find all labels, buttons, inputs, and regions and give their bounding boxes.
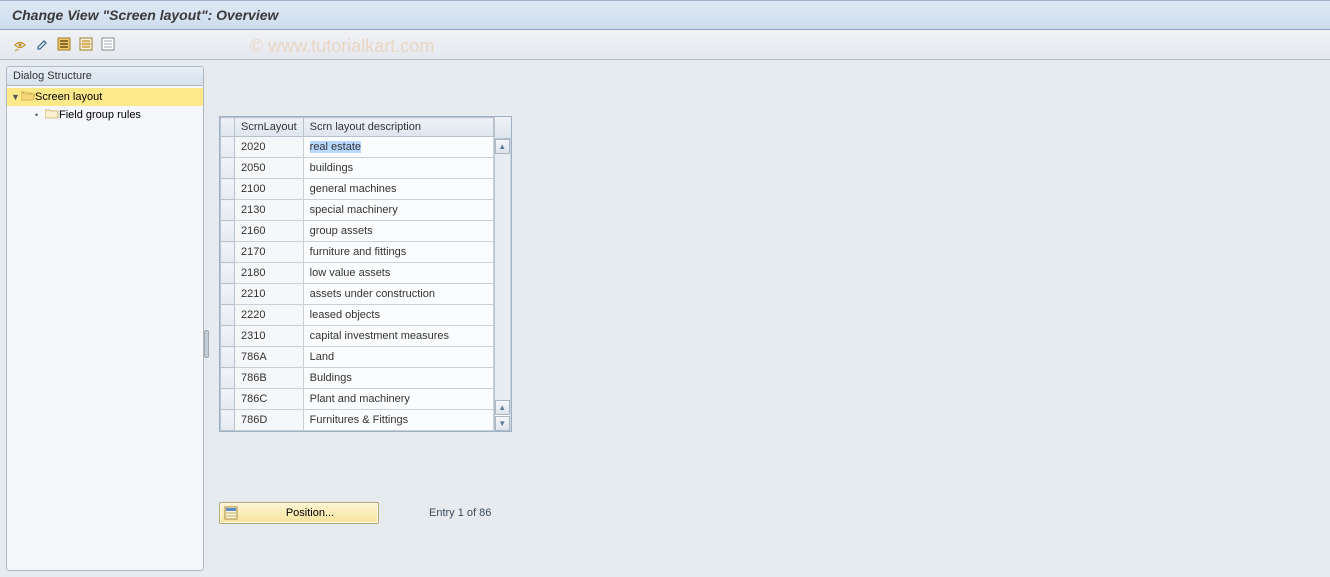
content-area: Dialog Structure ▼ Screen layout • (0, 60, 1330, 577)
cell-scrnlayout[interactable]: 2050 (235, 158, 304, 179)
table-row[interactable]: 2100general machines (221, 179, 494, 200)
dialog-structure-tree: ▼ Screen layout • Field group rules (7, 86, 203, 126)
cell-scrnlayout[interactable]: 2210 (235, 284, 304, 305)
cell-description[interactable]: special machinery (303, 200, 493, 221)
toggle-display-button[interactable] (10, 35, 30, 55)
table-row[interactable]: 2130special machinery (221, 200, 494, 221)
cell-scrnlayout[interactable]: 786D (235, 410, 304, 431)
cell-scrnlayout[interactable]: 2310 (235, 326, 304, 347)
column-header-description[interactable]: Scrn layout description (303, 118, 493, 137)
select-all-button[interactable] (54, 35, 74, 55)
table-row[interactable]: 2210assets under construction (221, 284, 494, 305)
table-footer: Position... Entry 1 of 86 (219, 502, 1324, 524)
edit-button[interactable] (32, 35, 52, 55)
table-row[interactable]: 2170furniture and fittings (221, 242, 494, 263)
cell-description[interactable]: group assets (303, 221, 493, 242)
row-selector[interactable] (221, 221, 235, 242)
cell-description[interactable]: buildings (303, 158, 493, 179)
row-selector[interactable] (221, 326, 235, 347)
select-block-button[interactable] (76, 35, 96, 55)
cell-scrnlayout[interactable]: 2100 (235, 179, 304, 200)
position-button[interactable]: Position... (219, 502, 379, 524)
cell-description[interactable]: low value assets (303, 263, 493, 284)
scroll-track[interactable] (495, 154, 510, 400)
bullet-icon: • (35, 110, 45, 120)
cell-description[interactable]: capital investment measures (303, 326, 493, 347)
sidebar-header: Dialog Structure (7, 67, 203, 86)
deselect-all-button[interactable] (98, 35, 118, 55)
screen-layout-table: ScrnLayout Scrn layout description 2020r… (219, 116, 512, 432)
expand-icon[interactable]: ▼ (11, 92, 21, 102)
scroll-down-button[interactable]: ▼ (495, 416, 510, 431)
tree-node-screen-layout[interactable]: ▼ Screen layout (7, 88, 203, 106)
row-selector[interactable] (221, 179, 235, 200)
tree-node-label: Field group rules (59, 109, 141, 121)
row-selector[interactable] (221, 347, 235, 368)
row-selector[interactable] (221, 305, 235, 326)
cell-description[interactable]: assets under construction (303, 284, 493, 305)
cell-scrnlayout[interactable]: 2020 (235, 137, 304, 158)
cell-scrnlayout[interactable]: 786A (235, 347, 304, 368)
table-config-button[interactable] (495, 117, 511, 139)
cell-scrnlayout[interactable]: 2130 (235, 200, 304, 221)
table-row[interactable]: 786BBuldings (221, 368, 494, 389)
row-selector[interactable] (221, 368, 235, 389)
folder-open-icon (21, 90, 35, 104)
cell-scrnlayout[interactable]: 786B (235, 368, 304, 389)
cell-description[interactable]: Land (303, 347, 493, 368)
cell-scrnlayout[interactable]: 2220 (235, 305, 304, 326)
table-row[interactable]: 2160group assets (221, 221, 494, 242)
table-row[interactable]: 2020real estate (221, 137, 494, 158)
row-selector[interactable] (221, 158, 235, 179)
cell-scrnlayout[interactable]: 2170 (235, 242, 304, 263)
page-title: Change View "Screen layout": Overview (0, 0, 1330, 30)
table-row[interactable]: 786DFurnitures & Fittings (221, 410, 494, 431)
cell-description[interactable]: leased objects (303, 305, 493, 326)
cell-description[interactable]: Plant and machinery (303, 389, 493, 410)
scroll-up-button[interactable]: ▲ (495, 139, 510, 154)
table-row[interactable]: 2050buildings (221, 158, 494, 179)
select-all-rows[interactable] (221, 118, 235, 137)
tree-node-label: Screen layout (35, 91, 102, 103)
row-selector[interactable] (221, 284, 235, 305)
folder-icon (45, 108, 59, 122)
column-header-scrnlayout[interactable]: ScrnLayout (235, 118, 304, 137)
row-selector[interactable] (221, 410, 235, 431)
entry-counter: Entry 1 of 86 (429, 507, 491, 519)
row-selector[interactable] (221, 263, 235, 284)
table-row[interactable]: 2220leased objects (221, 305, 494, 326)
row-selector[interactable] (221, 200, 235, 221)
dialog-structure-panel: Dialog Structure ▼ Screen layout • (6, 66, 204, 571)
scroll-page-up-button[interactable]: ▲ (495, 400, 510, 415)
cell-description[interactable]: Buldings (303, 368, 493, 389)
position-label: Position... (250, 507, 370, 519)
table-row[interactable]: 2180low value assets (221, 263, 494, 284)
cell-scrnlayout[interactable]: 786C (235, 389, 304, 410)
row-selector[interactable] (221, 242, 235, 263)
main-area: ScrnLayout Scrn layout description 2020r… (209, 60, 1330, 577)
cell-description[interactable]: Furnitures & Fittings (303, 410, 493, 431)
tree-node-field-group-rules[interactable]: • Field group rules (7, 106, 203, 124)
cell-description[interactable]: general machines (303, 179, 493, 200)
row-selector[interactable] (221, 389, 235, 410)
title-text: Change View "Screen layout": Overview (12, 7, 278, 23)
cell-description[interactable]: real estate (303, 137, 493, 158)
application-toolbar (0, 30, 1330, 60)
table-row[interactable]: 2310capital investment measures (221, 326, 494, 347)
cell-description[interactable]: furniture and fittings (303, 242, 493, 263)
position-icon (224, 506, 240, 520)
cell-scrnlayout[interactable]: 2160 (235, 221, 304, 242)
table-row[interactable]: 786ALand (221, 347, 494, 368)
cell-scrnlayout[interactable]: 2180 (235, 263, 304, 284)
row-selector[interactable] (221, 137, 235, 158)
table-row[interactable]: 786CPlant and machinery (221, 389, 494, 410)
